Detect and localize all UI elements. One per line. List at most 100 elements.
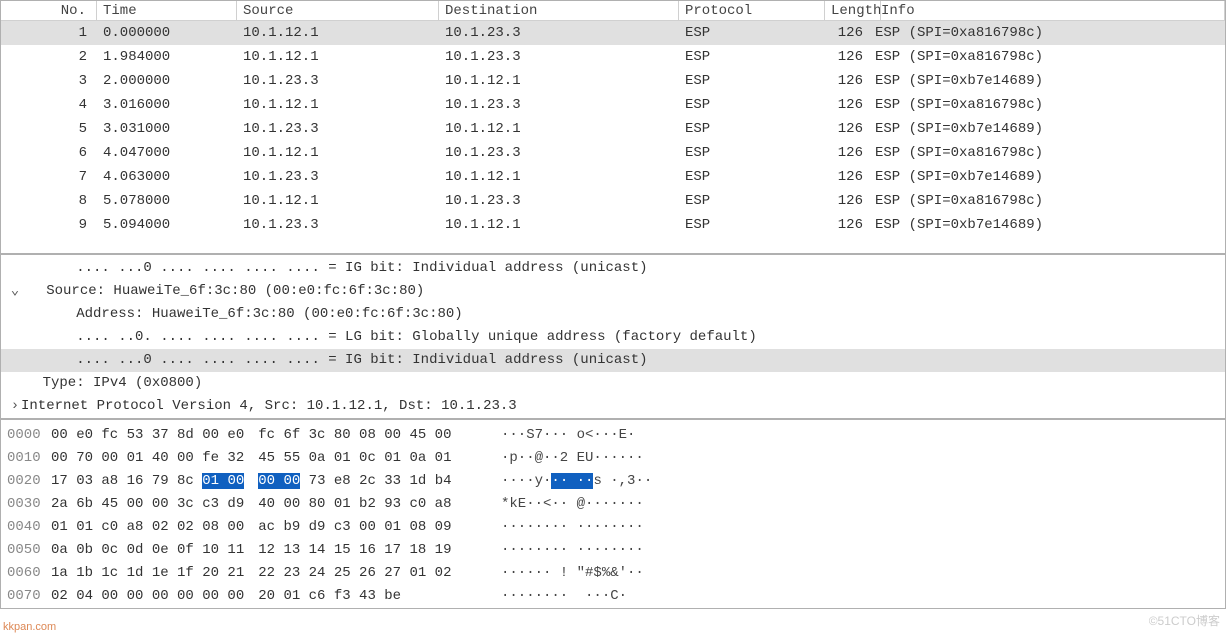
packet-time: 0.000000 — [97, 21, 237, 45]
packet-source: 10.1.23.3 — [237, 117, 439, 141]
detail-lg-bit[interactable]: .... ..0. .... .... .... .... = LG bit: … — [1, 326, 1225, 349]
packet-row[interactable]: 64.04700010.1.12.110.1.23.3ESP126ESP (SP… — [1, 141, 1225, 165]
hex-selected-bytes: 01 00 — [202, 473, 244, 489]
hex-dump-pane[interactable]: 000000 e0 fc 53 37 8d 00 e0fc 6f 3c 80 0… — [0, 419, 1226, 609]
hex-ascii: ········ ········ — [471, 539, 1225, 562]
packet-destination: 10.1.23.3 — [439, 141, 679, 165]
packet-info: ESP (SPI=0xb7e14689) — [869, 69, 1225, 93]
chevron-down-icon[interactable]: ⌄ — [9, 280, 21, 303]
packet-protocol: ESP — [679, 141, 825, 165]
hex-offset: 0040 — [1, 516, 51, 539]
hex-ascii: ···S7··· o<···E· — [471, 424, 1225, 447]
hex-row[interactable]: 001000 70 00 01 40 00 fe 3245 55 0a 01 0… — [1, 447, 1225, 470]
packet-no: 3 — [1, 69, 97, 93]
packet-row[interactable]: 85.07800010.1.12.110.1.23.3ESP126ESP (SP… — [1, 189, 1225, 213]
watermark-left: kkpan.com — [3, 621, 56, 633]
hex-row[interactable]: 00500a 0b 0c 0d 0e 0f 10 1112 13 14 15 1… — [1, 539, 1225, 562]
hex-row[interactable]: 007002 04 00 00 00 00 00 0020 01 c6 f3 4… — [1, 585, 1225, 608]
col-header-time[interactable]: Time — [97, 1, 237, 20]
col-header-destination[interactable]: Destination — [439, 1, 679, 20]
hex-ascii: ····y··· ··s ·,3·· — [471, 470, 1225, 493]
hex-bytes[interactable]: 17 03 a8 16 79 8c 01 0000 00 73 e8 2c 33… — [51, 470, 471, 493]
packet-time: 5.094000 — [97, 213, 237, 237]
packet-destination: 10.1.12.1 — [439, 213, 679, 237]
packet-source: 10.1.12.1 — [237, 189, 439, 213]
packet-row[interactable]: 43.01600010.1.12.110.1.23.3ESP126ESP (SP… — [1, 93, 1225, 117]
packet-length: 126 — [825, 165, 869, 189]
detail-ig-bit-dest[interactable]: .... ...0 .... .... .... .... = IG bit: … — [1, 257, 1225, 280]
hex-ascii: ·p··@··2 EU······ — [471, 447, 1225, 470]
hex-row[interactable]: 002017 03 a8 16 79 8c 01 0000 00 73 e8 2… — [1, 470, 1225, 493]
packet-row[interactable]: 95.09400010.1.23.310.1.12.1ESP126ESP (SP… — [1, 213, 1225, 237]
packet-row[interactable]: 21.98400010.1.12.110.1.23.3ESP126ESP (SP… — [1, 45, 1225, 69]
ascii-selected: ·· ·· — [551, 473, 593, 489]
hex-selected-bytes: 00 00 — [258, 473, 300, 489]
hex-bytes[interactable]: 00 70 00 01 40 00 fe 3245 55 0a 01 0c 01… — [51, 447, 471, 470]
packet-info: ESP (SPI=0xa816798c) — [869, 21, 1225, 45]
packet-info: ESP (SPI=0xb7e14689) — [869, 117, 1225, 141]
packet-protocol: ESP — [679, 189, 825, 213]
packet-no: 8 — [1, 189, 97, 213]
hex-offset: 0050 — [1, 539, 51, 562]
packet-protocol: ESP — [679, 69, 825, 93]
hex-bytes[interactable]: 2a 6b 45 00 00 3c c3 d940 00 80 01 b2 93… — [51, 493, 471, 516]
packet-row[interactable]: 32.00000010.1.23.310.1.12.1ESP126ESP (SP… — [1, 69, 1225, 93]
packet-list-header: No. Time Source Destination Protocol Len… — [1, 1, 1225, 21]
col-header-source[interactable]: Source — [237, 1, 439, 20]
detail-ipv4[interactable]: ›Internet Protocol Version 4, Src: 10.1.… — [1, 395, 1225, 418]
packet-destination: 10.1.23.3 — [439, 45, 679, 69]
packet-row[interactable]: 74.06300010.1.23.310.1.12.1ESP126ESP (SP… — [1, 165, 1225, 189]
hex-bytes[interactable]: 0a 0b 0c 0d 0e 0f 10 1112 13 14 15 16 17… — [51, 539, 471, 562]
hex-row[interactable]: 004001 01 c0 a8 02 02 08 00ac b9 d9 c3 0… — [1, 516, 1225, 539]
packet-length: 126 — [825, 213, 869, 237]
hex-offset: 0030 — [1, 493, 51, 516]
packet-source: 10.1.23.3 — [237, 165, 439, 189]
packet-destination: 10.1.12.1 — [439, 165, 679, 189]
packet-no: 5 — [1, 117, 97, 141]
packet-destination: 10.1.23.3 — [439, 21, 679, 45]
hex-offset: 0000 — [1, 424, 51, 447]
packet-length: 126 — [825, 117, 869, 141]
hex-bytes[interactable]: 01 01 c0 a8 02 02 08 00ac b9 d9 c3 00 01… — [51, 516, 471, 539]
col-header-length[interactable]: Length — [825, 1, 881, 20]
packet-info: ESP (SPI=0xa816798c) — [869, 45, 1225, 69]
detail-source-mac[interactable]: ⌄ Source: HuaweiTe_6f:3c:80 (00:e0:fc:6f… — [1, 280, 1225, 303]
packet-row[interactable]: 53.03100010.1.23.310.1.12.1ESP126ESP (SP… — [1, 117, 1225, 141]
hex-ascii: ······ ! "#$%&'·· — [471, 562, 1225, 585]
packet-time: 5.078000 — [97, 189, 237, 213]
col-header-info[interactable]: Info — [881, 1, 1225, 20]
packet-list-pane[interactable]: No. Time Source Destination Protocol Len… — [0, 0, 1226, 254]
packet-info: ESP (SPI=0xa816798c) — [869, 189, 1225, 213]
hex-offset: 0070 — [1, 585, 51, 608]
col-header-no[interactable]: No. — [1, 1, 97, 20]
packet-info: ESP (SPI=0xb7e14689) — [869, 213, 1225, 237]
packet-no: 6 — [1, 141, 97, 165]
packet-length: 126 — [825, 21, 869, 45]
hex-bytes[interactable]: 1a 1b 1c 1d 1e 1f 20 2122 23 24 25 26 27… — [51, 562, 471, 585]
hex-ascii: ········ ···C· — [471, 585, 1225, 608]
hex-offset: 0020 — [1, 470, 51, 493]
packet-details-pane[interactable]: .... ...0 .... .... .... .... = IG bit: … — [0, 254, 1226, 419]
detail-ig-bit-src[interactable]: .... ...0 .... .... .... .... = IG bit: … — [1, 349, 1225, 372]
col-header-protocol[interactable]: Protocol — [679, 1, 825, 20]
hex-row[interactable]: 00601a 1b 1c 1d 1e 1f 20 2122 23 24 25 2… — [1, 562, 1225, 585]
hex-offset: 0010 — [1, 447, 51, 470]
packet-info: ESP (SPI=0xa816798c) — [869, 93, 1225, 117]
detail-source-mac-text: Source: HuaweiTe_6f:3c:80 (00:e0:fc:6f:3… — [46, 283, 424, 299]
packet-protocol: ESP — [679, 213, 825, 237]
detail-ethertype[interactable]: Type: IPv4 (0x0800) — [1, 372, 1225, 395]
packet-info: ESP (SPI=0xa816798c) — [869, 141, 1225, 165]
hex-row[interactable]: 000000 e0 fc 53 37 8d 00 e0fc 6f 3c 80 0… — [1, 424, 1225, 447]
packet-time: 4.047000 — [97, 141, 237, 165]
hex-bytes[interactable]: 00 e0 fc 53 37 8d 00 e0fc 6f 3c 80 08 00… — [51, 424, 471, 447]
packet-length: 126 — [825, 93, 869, 117]
detail-address[interactable]: Address: HuaweiTe_6f:3c:80 (00:e0:fc:6f:… — [1, 303, 1225, 326]
packet-row[interactable]: 10.00000010.1.12.110.1.23.3ESP126ESP (SP… — [1, 21, 1225, 45]
packet-length: 126 — [825, 45, 869, 69]
packet-source: 10.1.12.1 — [237, 45, 439, 69]
hex-row[interactable]: 00302a 6b 45 00 00 3c c3 d940 00 80 01 b… — [1, 493, 1225, 516]
packet-destination: 10.1.12.1 — [439, 69, 679, 93]
chevron-right-icon[interactable]: › — [9, 395, 21, 418]
hex-bytes[interactable]: 02 04 00 00 00 00 00 0020 01 c6 f3 43 be — [51, 585, 471, 608]
hex-offset: 0060 — [1, 562, 51, 585]
